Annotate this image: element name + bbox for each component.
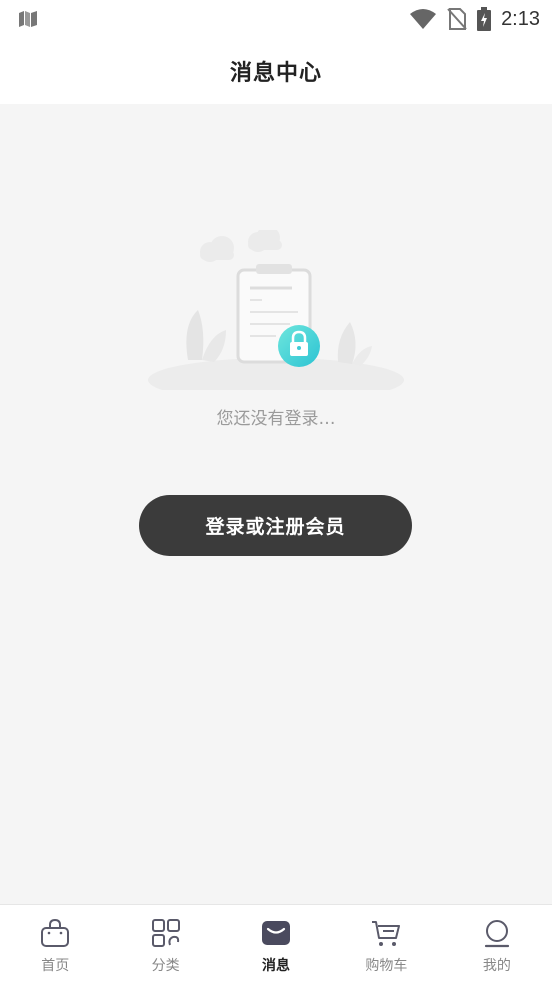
nav-item-messages[interactable]: 消息 [221,905,331,982]
status-icons: 2:13 [409,6,540,32]
nav-item-home[interactable]: 首页 [0,905,110,982]
shopping-bag-icon [41,918,70,947]
wifi-icon [410,9,437,29]
status-time: 2:13 [501,7,540,30]
nav-label-messages: 消息 [262,958,291,974]
shopping-cart-icon [372,921,401,946]
main-content: 您还没有登录… 登录或注册会员 [0,104,552,904]
nav-item-profile[interactable]: 我的 [442,905,552,982]
status-bar: 2:13 [0,0,552,38]
bottom-nav: 首页 分类 消息 购物车 我的 [0,904,552,982]
nav-label-cart: 购物车 [365,958,408,974]
nav-label-home: 首页 [41,958,70,974]
map-notification-icon [19,11,37,27]
category-grid-icon [151,919,180,947]
not-logged-in-message: 您还没有登录… [216,409,336,429]
message-envelope-icon [262,921,291,945]
nav-label-profile: 我的 [482,958,511,974]
nav-label-category: 分类 [151,958,180,974]
nav-item-category[interactable]: 分类 [110,905,220,982]
login-register-button[interactable]: 登录或注册会员 [139,495,412,556]
page-title: 消息中心 [229,61,322,86]
nav-item-cart[interactable]: 购物车 [331,905,441,982]
header: 消息中心 [0,38,552,104]
battery-charging-icon [477,7,492,31]
no-sim-icon [447,8,467,30]
profile-icon [484,920,509,948]
login-required-illustration [148,230,404,390]
